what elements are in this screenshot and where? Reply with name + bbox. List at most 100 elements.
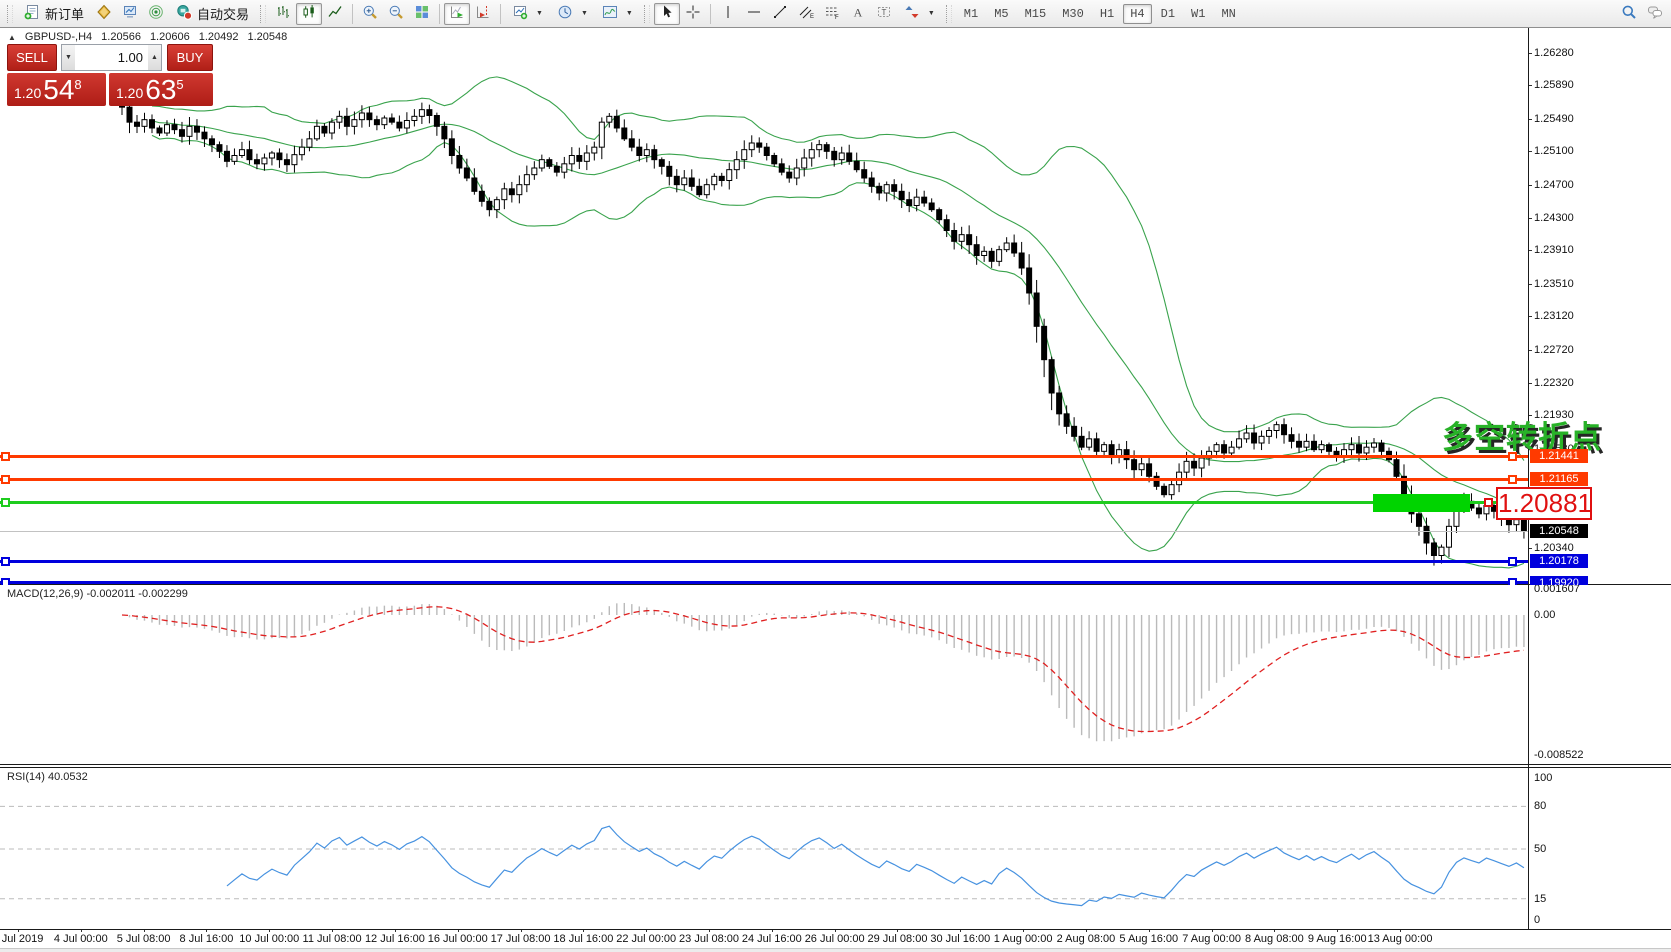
cursor-button[interactable] xyxy=(654,3,680,25)
status-strip xyxy=(0,948,1671,952)
hline-handle[interactable] xyxy=(1,452,10,461)
toolbar-grip[interactable] xyxy=(7,5,13,23)
time-axis-label: 1 Aug 00:00 xyxy=(994,933,1053,945)
hline-handle[interactable] xyxy=(1,475,10,484)
toolbar-grip[interactable] xyxy=(260,5,266,23)
timeframe-button-M1[interactable]: M1 xyxy=(957,4,985,24)
rsi-line xyxy=(227,826,1524,905)
line-chart-button[interactable] xyxy=(322,3,348,25)
arrows-button[interactable]: ▼ xyxy=(897,3,942,25)
bar-chart-button[interactable] xyxy=(270,3,296,25)
text-label-button[interactable]: T xyxy=(871,3,897,25)
price-axis-label: 1.23910 xyxy=(1534,244,1574,256)
candlestick-chart-icon xyxy=(301,4,317,23)
macd-axis-label: 0.00 xyxy=(1534,609,1555,621)
horizontal-line-button[interactable] xyxy=(741,3,767,25)
sell-price-big: 54 xyxy=(43,77,74,103)
collapse-panel-icon[interactable]: ▲ xyxy=(8,33,16,42)
time-axis-label: 9 Aug 16:00 xyxy=(1308,933,1367,945)
timeframe-button-H4[interactable]: H4 xyxy=(1123,4,1151,24)
timeframe-button-H1[interactable]: H1 xyxy=(1093,4,1121,24)
highlight-rectangle[interactable] xyxy=(1373,494,1470,512)
hline-1.21165[interactable] xyxy=(0,478,1528,481)
search-button[interactable] xyxy=(1616,3,1642,25)
autotrading-button[interactable]: 自动交易 xyxy=(169,3,256,25)
hline-handle[interactable] xyxy=(1,578,10,585)
hline-handle[interactable] xyxy=(1508,578,1517,585)
hline-1.20178[interactable] xyxy=(0,560,1528,563)
toolbar-group-new: ▼ ▼ ▼ xyxy=(505,3,640,25)
buy-button[interactable]: BUY xyxy=(167,44,213,71)
hline-handle[interactable] xyxy=(1508,475,1517,484)
metaeditor-button[interactable] xyxy=(91,3,117,25)
price-axis-label: 1.23120 xyxy=(1534,310,1574,322)
ohlc-close: 1.20548 xyxy=(247,31,287,43)
timeframe-button-D1[interactable]: D1 xyxy=(1154,4,1182,24)
timeframe-button-M5[interactable]: M5 xyxy=(987,4,1015,24)
hline-handle[interactable] xyxy=(1508,452,1517,461)
sell-price-tile[interactable]: 1.20 54 8 xyxy=(7,73,106,106)
market-watch-button[interactable] xyxy=(117,3,143,25)
toolbar-separator xyxy=(710,4,711,24)
autotrading-icon xyxy=(176,4,192,23)
tile-windows-button[interactable] xyxy=(409,3,435,25)
signals-button[interactable] xyxy=(143,3,169,25)
time-axis-label: 2 Jul 2019 xyxy=(0,933,43,945)
timeframe-button-M15[interactable]: M15 xyxy=(1018,4,1054,24)
indicators-button[interactable]: ▼ xyxy=(595,3,640,25)
price-axis-label: 1.25490 xyxy=(1534,113,1574,125)
new-order-button[interactable]: 新订单 xyxy=(17,3,91,25)
new-chart-icon xyxy=(512,4,528,23)
crosshair-button[interactable] xyxy=(680,3,706,25)
vertical-line-button[interactable] xyxy=(715,3,741,25)
profiles-button[interactable]: ▼ xyxy=(550,3,595,25)
zoom-in-button[interactable] xyxy=(357,3,383,25)
toolbar-group-zoom xyxy=(357,3,435,25)
volume-decrease-button[interactable]: ▼ xyxy=(62,45,75,70)
rsi-axis-label: 0 xyxy=(1534,914,1540,926)
candlestick-chart-button[interactable] xyxy=(296,3,322,25)
equidistant-channel-icon: E xyxy=(798,4,814,23)
time-axis-label: 5 Aug 16:00 xyxy=(1119,933,1178,945)
hline-1.20881[interactable] xyxy=(0,501,1528,504)
time-axis[interactable]: 2 Jul 20194 Jul 00:005 Jul 08:008 Jul 16… xyxy=(0,929,1671,948)
timeframe-button-MN[interactable]: MN xyxy=(1214,4,1242,24)
time-axis-label: 5 Jul 08:00 xyxy=(117,933,171,945)
callout-anchor-handle[interactable] xyxy=(1484,498,1493,507)
hline-handle[interactable] xyxy=(1,498,10,507)
panel-separator[interactable] xyxy=(0,584,1671,585)
toolbar-right xyxy=(1616,3,1668,25)
text-button[interactable]: A xyxy=(845,3,871,25)
rsi-axis-label: 80 xyxy=(1534,800,1546,812)
buy-price-tile[interactable]: 1.20 63 5 xyxy=(109,73,213,106)
hline-1.21441[interactable] xyxy=(0,455,1528,458)
time-axis-label: 8 Aug 08:00 xyxy=(1245,933,1304,945)
fibonacci-button[interactable]: F xyxy=(819,3,845,25)
toolbar-grip[interactable] xyxy=(946,5,952,23)
auto-scroll-button[interactable] xyxy=(444,3,470,25)
svg-text:E: E xyxy=(810,14,814,20)
equidistant-channel-button[interactable]: E xyxy=(793,3,819,25)
chart-shift-button[interactable] xyxy=(470,3,496,25)
svg-text:T: T xyxy=(881,8,886,17)
zoom-out-button[interactable] xyxy=(383,3,409,25)
chat-button[interactable] xyxy=(1642,3,1668,25)
trendline-button[interactable] xyxy=(767,3,793,25)
hline-handle[interactable] xyxy=(1508,557,1517,566)
volume-increase-button[interactable]: ▲ xyxy=(148,45,161,70)
time-axis-label: 18 Jul 16:00 xyxy=(553,933,613,945)
volume-input[interactable]: 1.00 xyxy=(75,45,148,70)
new-order-icon xyxy=(24,4,40,23)
toolbar-grip[interactable] xyxy=(644,5,650,23)
text-label-icon: T xyxy=(876,4,892,23)
panel-separator[interactable] xyxy=(0,764,1671,765)
time-axis-label: 17 Jul 08:00 xyxy=(491,933,551,945)
new-chart-button[interactable]: ▼ xyxy=(505,3,550,25)
panel-separator[interactable] xyxy=(0,767,1671,768)
timeframe-button-M30[interactable]: M30 xyxy=(1055,4,1091,24)
hline-handle[interactable] xyxy=(1,557,10,566)
buy-price-big: 63 xyxy=(145,77,176,103)
timeframe-button-W1[interactable]: W1 xyxy=(1184,4,1212,24)
sell-button[interactable]: SELL xyxy=(7,44,57,71)
price-callout-label[interactable]: 1.20881 xyxy=(1496,487,1592,520)
